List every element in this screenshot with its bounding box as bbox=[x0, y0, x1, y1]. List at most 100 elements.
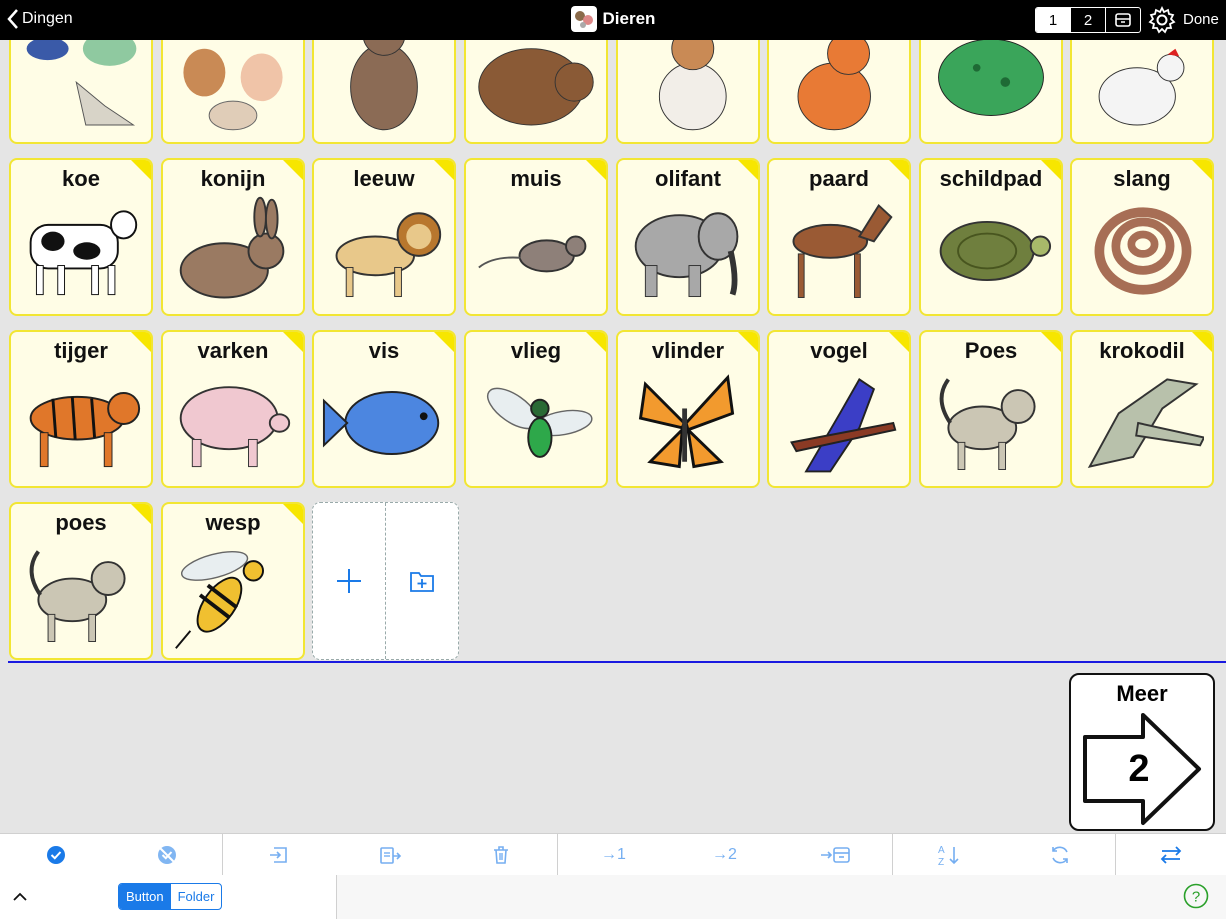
move-to-archive-button[interactable] bbox=[780, 834, 892, 875]
grid-cell[interactable] bbox=[464, 40, 608, 144]
animals-folder-icon bbox=[570, 6, 597, 32]
dog-image bbox=[626, 40, 750, 134]
crocodile-image bbox=[1080, 368, 1204, 478]
page-2-button[interactable]: 2 bbox=[1071, 8, 1106, 32]
page-title: Dieren bbox=[602, 9, 656, 28]
grid-cell-tijger[interactable]: tijger bbox=[9, 330, 153, 488]
cell-label: tijger bbox=[54, 338, 108, 363]
grid-cell-paard[interactable]: paard bbox=[767, 158, 911, 316]
gear-icon[interactable] bbox=[1148, 6, 1176, 34]
grid-cell[interactable] bbox=[161, 40, 305, 144]
help-icon[interactable]: ? bbox=[1183, 883, 1209, 909]
delete-button[interactable] bbox=[445, 834, 557, 875]
grid-cell[interactable] bbox=[616, 40, 760, 144]
mouse-image bbox=[474, 196, 598, 306]
trash-icon bbox=[494, 845, 508, 864]
bottom-left-panel: Button Folder bbox=[0, 875, 337, 919]
refresh-icon bbox=[1051, 846, 1068, 863]
grid-cell-poes[interactable]: poes bbox=[9, 502, 153, 660]
more-label: Meer bbox=[1116, 681, 1168, 706]
cell-label: poes bbox=[55, 510, 107, 535]
move-in-icon bbox=[269, 846, 287, 863]
grid-cell-vlieg[interactable]: vlieg bbox=[464, 330, 608, 488]
page-switcher: 1 2 bbox=[1035, 7, 1141, 33]
page-1-button[interactable]: 1 bbox=[1036, 8, 1071, 32]
grid-cell[interactable] bbox=[767, 40, 911, 144]
cat-image bbox=[929, 368, 1053, 478]
grid-cell-poes-capital[interactable]: Poes bbox=[919, 330, 1063, 488]
grid-cell-varken[interactable]: varken bbox=[161, 330, 305, 488]
grid-cell-schildpad[interactable]: schildpad bbox=[919, 158, 1063, 316]
move-to-archive-icon bbox=[821, 846, 850, 863]
svg-text:A: A bbox=[938, 845, 945, 856]
move-to-page-1-button[interactable]: →1 bbox=[558, 834, 669, 875]
done-button[interactable]: Done bbox=[1183, 11, 1219, 28]
sort-az-button[interactable]: AZ bbox=[893, 834, 1004, 875]
elephant-image bbox=[626, 196, 750, 306]
cow-image bbox=[19, 196, 143, 306]
chicken-image bbox=[1080, 40, 1204, 134]
grid-cell-vis[interactable]: vis bbox=[312, 330, 456, 488]
grid-cell-krokodil[interactable]: krokodil bbox=[1070, 330, 1214, 488]
select-all-button[interactable] bbox=[0, 834, 111, 875]
grid-cell[interactable] bbox=[9, 40, 153, 144]
grid-cell-leeuw[interactable]: leeuw bbox=[312, 158, 456, 316]
move-to-page-2-label: →2 bbox=[712, 845, 737, 863]
grid-cell-vogel[interactable]: vogel bbox=[767, 330, 911, 488]
cell-label: koe bbox=[62, 166, 100, 191]
check-circle-icon bbox=[46, 845, 65, 864]
grid-cell-olifant[interactable]: olifant bbox=[616, 158, 760, 316]
chevron-left-icon bbox=[7, 9, 18, 29]
archive-icon bbox=[1115, 13, 1131, 27]
monkey-image bbox=[322, 40, 446, 134]
bird-image bbox=[777, 368, 901, 478]
svg-text:?: ? bbox=[1192, 889, 1200, 906]
cell-label: slang bbox=[1113, 166, 1171, 191]
cat-orange-image bbox=[777, 40, 901, 134]
move-to-page-2-button[interactable]: →2 bbox=[669, 834, 780, 875]
archive-page-button[interactable] bbox=[1106, 8, 1140, 32]
fish-image bbox=[322, 368, 446, 478]
cell-label: leeuw bbox=[353, 166, 415, 191]
move-to-page-1-label: →1 bbox=[601, 845, 626, 863]
grid-cell-koe[interactable]: koe bbox=[9, 158, 153, 316]
segment-folder[interactable]: Folder bbox=[171, 884, 222, 909]
turtle-image bbox=[929, 196, 1053, 306]
chevron-up-icon[interactable] bbox=[12, 889, 28, 903]
refresh-button[interactable] bbox=[1004, 834, 1115, 875]
grid-cell-wesp[interactable]: wesp bbox=[161, 502, 305, 660]
pig-image bbox=[171, 368, 295, 478]
back-button[interactable]: Dingen bbox=[6, 8, 73, 30]
bear-image bbox=[474, 40, 598, 134]
grid-cell-slang[interactable]: slang bbox=[1070, 158, 1214, 316]
back-label: Dingen bbox=[22, 10, 73, 27]
segment-button[interactable]: Button bbox=[119, 884, 171, 909]
add-folder-button[interactable] bbox=[386, 503, 458, 659]
grid-cell-muis[interactable]: muis bbox=[464, 158, 608, 316]
swap-arrows-icon bbox=[1160, 845, 1182, 864]
copy-button[interactable] bbox=[334, 834, 445, 875]
cell-label: vlieg bbox=[510, 338, 562, 363]
grid-cell[interactable] bbox=[919, 40, 1063, 144]
cell-label: muis bbox=[510, 166, 562, 191]
deselect-all-button[interactable] bbox=[111, 834, 222, 875]
grid-cell-konijn[interactable]: konijn bbox=[161, 158, 305, 316]
cell-label: vogel bbox=[810, 338, 868, 363]
more-button[interactable]: Meer 2 bbox=[1069, 673, 1215, 831]
fly-image bbox=[474, 368, 598, 478]
lion-image bbox=[322, 196, 446, 306]
cell-label: schildpad bbox=[939, 166, 1043, 191]
copy-icon bbox=[379, 846, 401, 864]
cell-label: olifant bbox=[655, 166, 721, 191]
grid-cell-vlinder[interactable]: vlinder bbox=[616, 330, 760, 488]
swap-button[interactable] bbox=[1116, 834, 1226, 875]
cell-label: wesp bbox=[205, 510, 261, 535]
pets-group-image bbox=[171, 40, 295, 134]
grid-cell[interactable] bbox=[312, 40, 456, 144]
cell-label: vis bbox=[368, 338, 400, 363]
horse-image bbox=[777, 196, 901, 306]
animals-group-image bbox=[19, 40, 143, 134]
grid-cell[interactable] bbox=[1070, 40, 1214, 144]
add-button[interactable] bbox=[313, 503, 386, 659]
import-button[interactable] bbox=[223, 834, 334, 875]
